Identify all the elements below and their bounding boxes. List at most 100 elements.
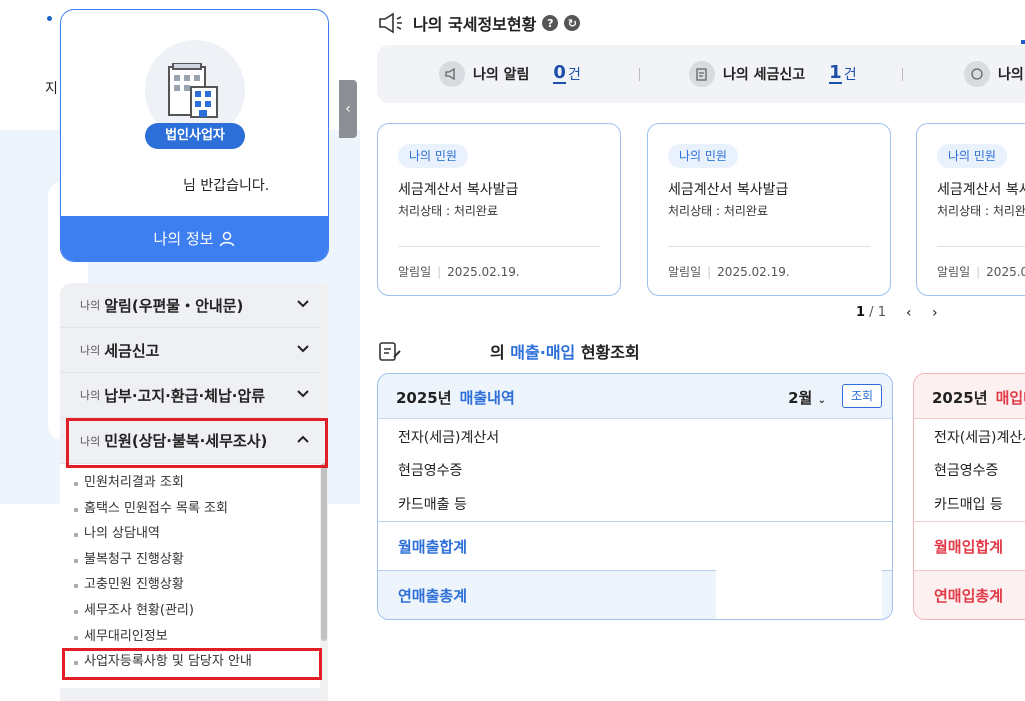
pager-total: 1 xyxy=(877,305,886,320)
notice-date: 2025.02.19. xyxy=(717,265,790,279)
sales-year: 2025년 xyxy=(396,389,452,407)
purchase-yearly-total-label: 연매입총계 xyxy=(934,587,1004,605)
notice-title: 세금계산서 복사발급 xyxy=(937,182,1025,198)
notice-pager: 1 / 1 xyxy=(856,305,886,320)
sales-row-e-invoice[interactable]: 전자(세금)계산서 xyxy=(398,427,499,447)
stat-third[interactable]: 나의 xyxy=(964,45,1024,103)
masked-values xyxy=(716,522,882,619)
month-value: 2월 xyxy=(788,389,813,407)
refresh-icon[interactable]: ↻ xyxy=(564,15,581,31)
clipboard-edit-icon xyxy=(379,342,401,361)
lookup-button[interactable]: 조회 xyxy=(842,384,882,408)
purchase-kind: 매입내역 xyxy=(995,389,1025,407)
submenu-tax-audit-status[interactable]: 세무조사 현황(관리) xyxy=(60,598,322,624)
menu-prefix: 나의 xyxy=(80,299,101,312)
menu-head-payment[interactable]: 나의 납부·고지·환급·체납·압류 xyxy=(60,373,328,418)
profile-card: 법인사업자 님 반갑습니다. 나의 정보 xyxy=(60,9,329,262)
stat-unit: 건 xyxy=(843,67,857,83)
payment-icon xyxy=(964,61,990,87)
sidebar-menu: 나의 알림(우편물・안내문) 나의 세금신고 나의 납부·고지·환급·체납·압류… xyxy=(60,283,328,701)
background-partial-text: 지 xyxy=(45,81,58,97)
submenu-hometax-complaint-list[interactable]: 홈택스 민원접수 목록 조회 xyxy=(60,496,322,522)
civil-complaint-submenu: 민원처리결과 조회 홈택스 민원접수 목록 조회 나의 상담내역 불복청구 진행… xyxy=(60,470,322,675)
help-icon[interactable]: ? xyxy=(542,15,559,31)
stat-label: 나의 알림 xyxy=(473,67,530,83)
purchase-row-cash-receipt[interactable]: 현금영수증 xyxy=(934,460,998,480)
stat-unit: 건 xyxy=(567,67,581,83)
submenu-my-consultations[interactable]: 나의 상담내역 xyxy=(60,521,322,547)
overview-stats-bar: 나의 알림 0 건 나의 세금신고 1 건 나의 xyxy=(377,45,1025,103)
menu-prefix: 나의 xyxy=(80,389,101,402)
sales-monthly-total-label: 월매출합계 xyxy=(398,538,468,556)
notice-date-row: 알림일|2025.02.19. xyxy=(937,263,1025,280)
notice-divider xyxy=(937,246,1025,247)
notice-date: 2025.02.19. xyxy=(447,265,520,279)
chevron-left-icon: ‹ xyxy=(345,101,351,117)
stat-label: 나의 xyxy=(998,67,1024,83)
menu-head-notice[interactable]: 나의 알림(우편물・안내문) xyxy=(60,283,328,328)
sales-row-card[interactable]: 카드매출 등 xyxy=(398,494,467,514)
sales-row-cash-receipt[interactable]: 현금영수증 xyxy=(398,460,462,480)
notice-date-row: 알림일|2025.02.19. xyxy=(398,265,520,279)
notice-date-label: 알림일 xyxy=(668,265,702,279)
notice-title: 세금계산서 복사발급 xyxy=(398,182,519,198)
sales-card-title: 2025년 매출내역 xyxy=(396,387,515,408)
purchase-yearly-total-row: 연매입총계 xyxy=(914,570,1025,619)
menu-scrollbar-thumb[interactable] xyxy=(321,463,327,641)
purchase-card-title: 2025년 매입내역 xyxy=(932,387,1025,408)
stat-divider xyxy=(902,68,903,81)
submenu-grievance-progress[interactable]: 고충민원 진행상황 xyxy=(60,572,322,598)
stat-my-notices[interactable]: 나의 알림 0 건 xyxy=(439,45,581,103)
stat-count[interactable]: 0 xyxy=(553,64,566,84)
edge-marker xyxy=(1021,40,1025,44)
menu-head-next[interactable] xyxy=(60,688,322,701)
notice-card[interactable]: 나의 민원 세금계산서 복사발급 처리상태 : 처리완료 알림일|2025.02… xyxy=(916,123,1025,296)
chevron-down-icon xyxy=(297,390,309,398)
notice-card[interactable]: 나의 민원 세금계산서 복사발급 처리상태 : 처리완료 알림일|2025.02… xyxy=(647,123,891,296)
pager-next-button[interactable]: › xyxy=(932,305,938,321)
stat-my-tax-returns[interactable]: 나의 세금신고 1 건 xyxy=(689,45,857,103)
overview-title: 나의 국세정보현황 xyxy=(413,15,537,34)
notice-date: 2025.02.19. xyxy=(986,265,1025,279)
building-icon xyxy=(168,63,218,118)
stat-divider xyxy=(639,68,640,81)
menu-head-label: 알림(우편물・안내문) xyxy=(104,296,244,315)
menu-head-tax-return[interactable]: 나의 세금신고 xyxy=(60,328,328,373)
purchase-monthly-total-label: 월매입합계 xyxy=(934,538,1004,556)
month-select[interactable]: 2월 ⌄ xyxy=(788,387,826,408)
menu-prefix: 나의 xyxy=(80,344,101,357)
notice-title: 세금계산서 복사발급 xyxy=(668,182,789,198)
sales-card: 2025년 매출내역 2월 ⌄ 조회 전자(세금)계산서 현금영수증 카드매출 등… xyxy=(377,373,893,620)
my-info-button[interactable]: 나의 정보 xyxy=(61,216,328,261)
menu-head-label: 세금신고 xyxy=(104,341,160,360)
submenu-complaint-result[interactable]: 민원처리결과 조회 xyxy=(60,470,322,496)
notice-status: 처리상태 : 처리완료 xyxy=(668,204,768,218)
highlight-box-civil-complaint xyxy=(66,418,328,468)
purchase-row-e-invoice[interactable]: 전자(세금)계산서 xyxy=(934,427,1025,447)
sales-kind: 매출내역 xyxy=(459,389,515,407)
sales-section-title-c: 현황조회 xyxy=(575,343,640,362)
notice-tag: 나의 민원 xyxy=(398,144,468,168)
stat-label: 나의 세금신고 xyxy=(723,67,806,83)
sales-section-title-b: 매출·매입 xyxy=(510,343,576,362)
megaphone-icon xyxy=(439,61,465,87)
stat-count[interactable]: 1 xyxy=(829,64,842,84)
purchase-row-card[interactable]: 카드매입 등 xyxy=(934,494,1003,514)
megaphone-icon xyxy=(379,12,402,34)
purchase-year: 2025년 xyxy=(932,389,988,407)
sidebar-collapse-button[interactable]: ‹ xyxy=(339,80,357,138)
pager-prev-button[interactable]: ‹ xyxy=(906,305,912,321)
sales-yearly-total-label: 연매출총계 xyxy=(398,587,468,605)
notice-divider xyxy=(668,246,870,247)
notice-divider xyxy=(398,246,600,247)
submenu-appeal-progress[interactable]: 불복청구 진행상황 xyxy=(60,547,322,573)
notice-card[interactable]: 나의 민원 세금계산서 복사발급 처리상태 : 처리완료 알림일|2025.02… xyxy=(377,123,621,296)
notice-status: 처리상태 : 처리완료 xyxy=(398,204,498,218)
chevron-down-icon xyxy=(297,345,309,353)
submenu-tax-agent-info[interactable]: 세무대리인정보 xyxy=(60,624,322,650)
menu-head-label: 납부·고지·환급·체납·압류 xyxy=(104,386,266,405)
sales-card-header: 2025년 매출내역 2월 ⌄ 조회 xyxy=(378,374,892,419)
notice-tag: 나의 민원 xyxy=(937,144,1007,168)
notice-tag: 나의 민원 xyxy=(668,144,738,168)
chevron-down-icon xyxy=(297,300,309,308)
